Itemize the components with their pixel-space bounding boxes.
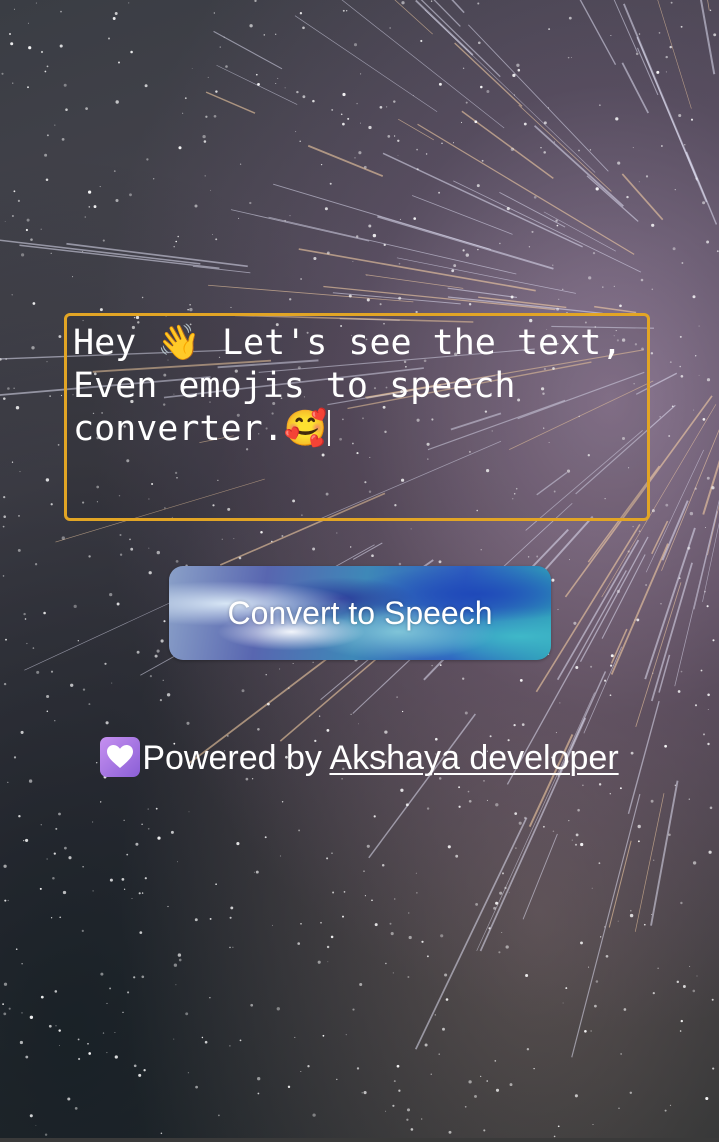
text-input-value[interactable]: Hey 👋 Let's see the text, Even emojis to… xyxy=(73,322,641,451)
heart-icon xyxy=(100,737,141,777)
text-cursor xyxy=(328,410,331,446)
text-input-area[interactable]: Hey 👋 Let's see the text, Even emojis to… xyxy=(64,313,650,521)
powered-by-text: Powered by xyxy=(142,739,330,777)
powered-by-footer: Powered by Akshaya developer xyxy=(0,736,719,780)
convert-button-label: Convert to Speech xyxy=(227,594,493,631)
text-input-content: Hey 👋 Let's see the text, Even emojis to… xyxy=(73,323,644,449)
developer-link[interactable]: Akshaya developer xyxy=(329,739,618,777)
bottom-edge xyxy=(0,1138,719,1142)
convert-to-speech-button[interactable]: Convert to Speech xyxy=(169,566,551,660)
